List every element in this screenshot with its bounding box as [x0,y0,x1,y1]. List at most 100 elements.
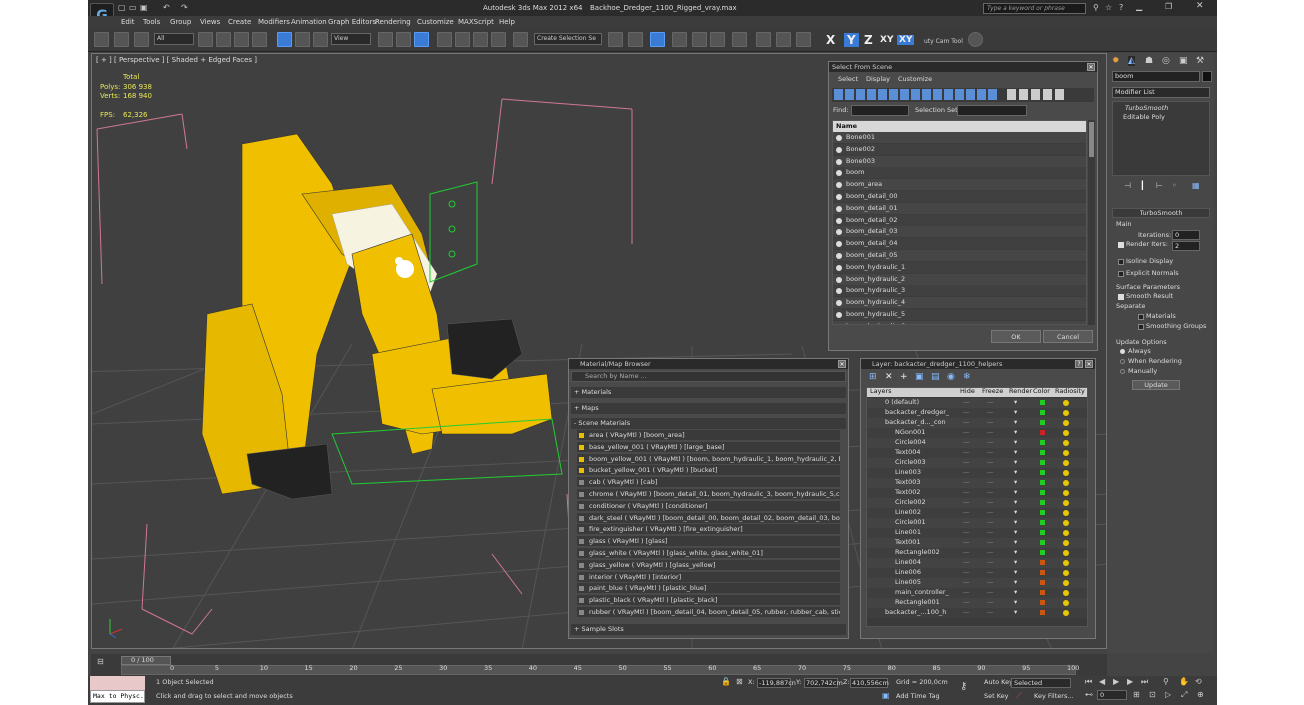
layer-manager-icon[interactable] [650,32,665,47]
render-teapot-icon[interactable]: ▾ [1014,438,1017,448]
select-all-none-icons[interactable] [1007,89,1067,100]
axis-xy-button[interactable]: XY [880,35,893,45]
utility-icon[interactable] [968,32,983,47]
schematic-view-icon[interactable] [710,32,725,47]
material-row[interactable]: rubber ( VRayMtl ) [boom_detail_04, boom… [577,607,840,618]
materials-section[interactable]: + Materials [571,387,846,398]
display-filter-icons[interactable] [834,89,999,100]
layer-color-swatch[interactable] [1040,510,1045,515]
hide-toggle[interactable]: — [963,518,970,528]
time-tag-icon[interactable]: ▣ [882,691,890,700]
selection-filter-dropdown[interactable]: All [154,33,194,45]
render-teapot-icon[interactable]: ▾ [1014,568,1017,578]
minimize-icon[interactable]: ▁ [1136,2,1142,11]
make-unique-icon[interactable]: ⊢ [1156,181,1163,190]
material-row[interactable]: cab ( VRayMtl ) [cab] [577,477,840,489]
turbosmooth-rollout-header[interactable]: TurboSmooth [1112,208,1210,218]
custom-tool-label[interactable]: uty Cam Tool [924,38,963,45]
freeze-toggle[interactable]: — [987,498,994,508]
freeze-toggle[interactable]: — [987,488,994,498]
angle-snap-icon[interactable] [455,32,470,47]
layer-color-swatch[interactable] [1040,590,1045,595]
go-to-start-icon[interactable]: ⏮ [1085,677,1092,687]
y-coordinate-field[interactable]: 702,742cm [804,678,843,688]
render-teapot-icon[interactable]: ▾ [1014,478,1017,488]
hide-toggle[interactable]: — [963,418,970,428]
menu-group[interactable]: Group [170,18,191,26]
pivot-center-icon[interactable] [378,32,393,47]
layer-color-swatch[interactable] [1040,560,1045,565]
render-teapot-icon[interactable]: ▾ [1014,578,1017,588]
layer-row[interactable]: Text004 — — ▾ [867,448,1087,458]
radiosity-bulb-icon[interactable] [1063,590,1069,596]
material-row[interactable]: paint_blue ( VRayMtl ) [plastic_blue] [577,583,840,595]
modify-tab-icon[interactable]: ◭ [1128,56,1135,66]
zoom-icon[interactable]: ⚲ [1163,677,1169,686]
material-row[interactable]: area ( VRayMtl ) [boom_area] [577,430,840,441]
tab-select[interactable]: Select [838,74,858,85]
layer-color-swatch[interactable] [1040,580,1045,585]
radiosity-bulb-icon[interactable] [1063,500,1069,506]
freeze-toggle[interactable]: — [987,578,994,588]
radiosity-bulb-icon[interactable] [1063,440,1069,446]
mirror-icon[interactable] [608,32,623,47]
hide-toggle[interactable]: — [963,548,970,558]
radiosity-bulb-icon[interactable] [1063,450,1069,456]
layer-color-swatch[interactable] [1040,530,1045,535]
bind-spacewarp-icon[interactable] [134,32,149,47]
render-teapot-icon[interactable]: ▾ [1014,528,1017,538]
smooth-result-checkbox[interactable] [1118,294,1124,300]
layer-color-swatch[interactable] [1040,460,1045,465]
display-tab-icon[interactable]: ▣ [1179,56,1188,66]
sample-slots-section[interactable]: + Sample Slots [571,624,846,635]
radiosity-bulb-icon[interactable] [1063,560,1069,566]
layer-row[interactable]: Line002 — — ▾ [867,508,1087,518]
radiosity-bulb-icon[interactable] [1063,520,1069,526]
tab-display[interactable]: Display [866,74,890,85]
radiosity-bulb-icon[interactable] [1063,600,1069,606]
radiosity-bulb-icon[interactable] [1063,410,1069,416]
unlink-icon[interactable] [114,32,129,47]
highlight-selected-icon[interactable]: ▤ [931,372,940,382]
material-browser-close-icon[interactable]: ✕ [838,360,846,368]
layer-row[interactable]: Circle003 — — ▾ [867,458,1087,468]
name-column-header[interactable]: Name [833,121,1086,132]
layer-color-swatch[interactable] [1040,410,1045,415]
keyboard-shortcut-icon[interactable] [414,32,429,47]
layer-color-swatch[interactable] [1040,520,1045,525]
layer-color-swatch[interactable] [1040,570,1045,575]
radiosity-bulb-icon[interactable] [1063,610,1069,616]
render-teapot-icon[interactable]: ▾ [1014,418,1017,428]
remove-modifier-icon[interactable]: ◦ [1172,181,1177,190]
list-scrollbar[interactable] [1088,120,1095,325]
freeze-toggle[interactable]: — [987,508,994,518]
hide-toggle[interactable]: — [963,538,970,548]
scene-object-row[interactable]: boom_hydraulic_4 [833,297,1086,309]
snaps-toggle-icon[interactable] [437,32,452,47]
update-button[interactable]: Update [1132,380,1180,390]
hide-toggle[interactable]: — [963,508,970,518]
scene-object-row[interactable]: boom_hydraulic_2 [833,273,1086,285]
freeze-toggle[interactable]: — [987,478,994,488]
material-row[interactable]: fire_extinguisher ( VRayMtl ) [fire_exti… [577,524,840,536]
z-coordinate-field[interactable]: 410,556cm [850,678,889,688]
material-search-input[interactable]: Search by Name ... [571,371,846,382]
motion-tab-icon[interactable]: ◎ [1162,56,1170,66]
hide-toggle[interactable]: — [963,468,970,478]
select-move-icon[interactable] [277,32,292,47]
layer-color-swatch[interactable] [1040,610,1045,615]
key-icon[interactable]: ⚷ [960,681,967,692]
rect-region-icon[interactable] [234,32,249,47]
help-search-input[interactable]: Type a keyword or phrase [983,3,1086,14]
render-production-icon[interactable] [796,32,811,47]
layer-row[interactable]: Line004 — — ▾ [867,558,1087,568]
layer-row[interactable]: backacter_...100_h — — ▾ [867,608,1087,618]
render-teapot-icon[interactable]: ▾ [1014,608,1017,618]
render-teapot-icon[interactable]: ▾ [1014,458,1017,468]
scene-object-list[interactable]: Name Bone001 Bone002 Bone003 boom boom_area b… [832,120,1087,325]
material-editor-icon[interactable] [732,32,747,47]
menu-views[interactable]: Views [200,18,220,26]
freeze-toggle[interactable]: — [987,518,994,528]
explicit-normals-checkbox[interactable] [1118,271,1124,277]
radiosity-bulb-icon[interactable] [1063,400,1069,406]
